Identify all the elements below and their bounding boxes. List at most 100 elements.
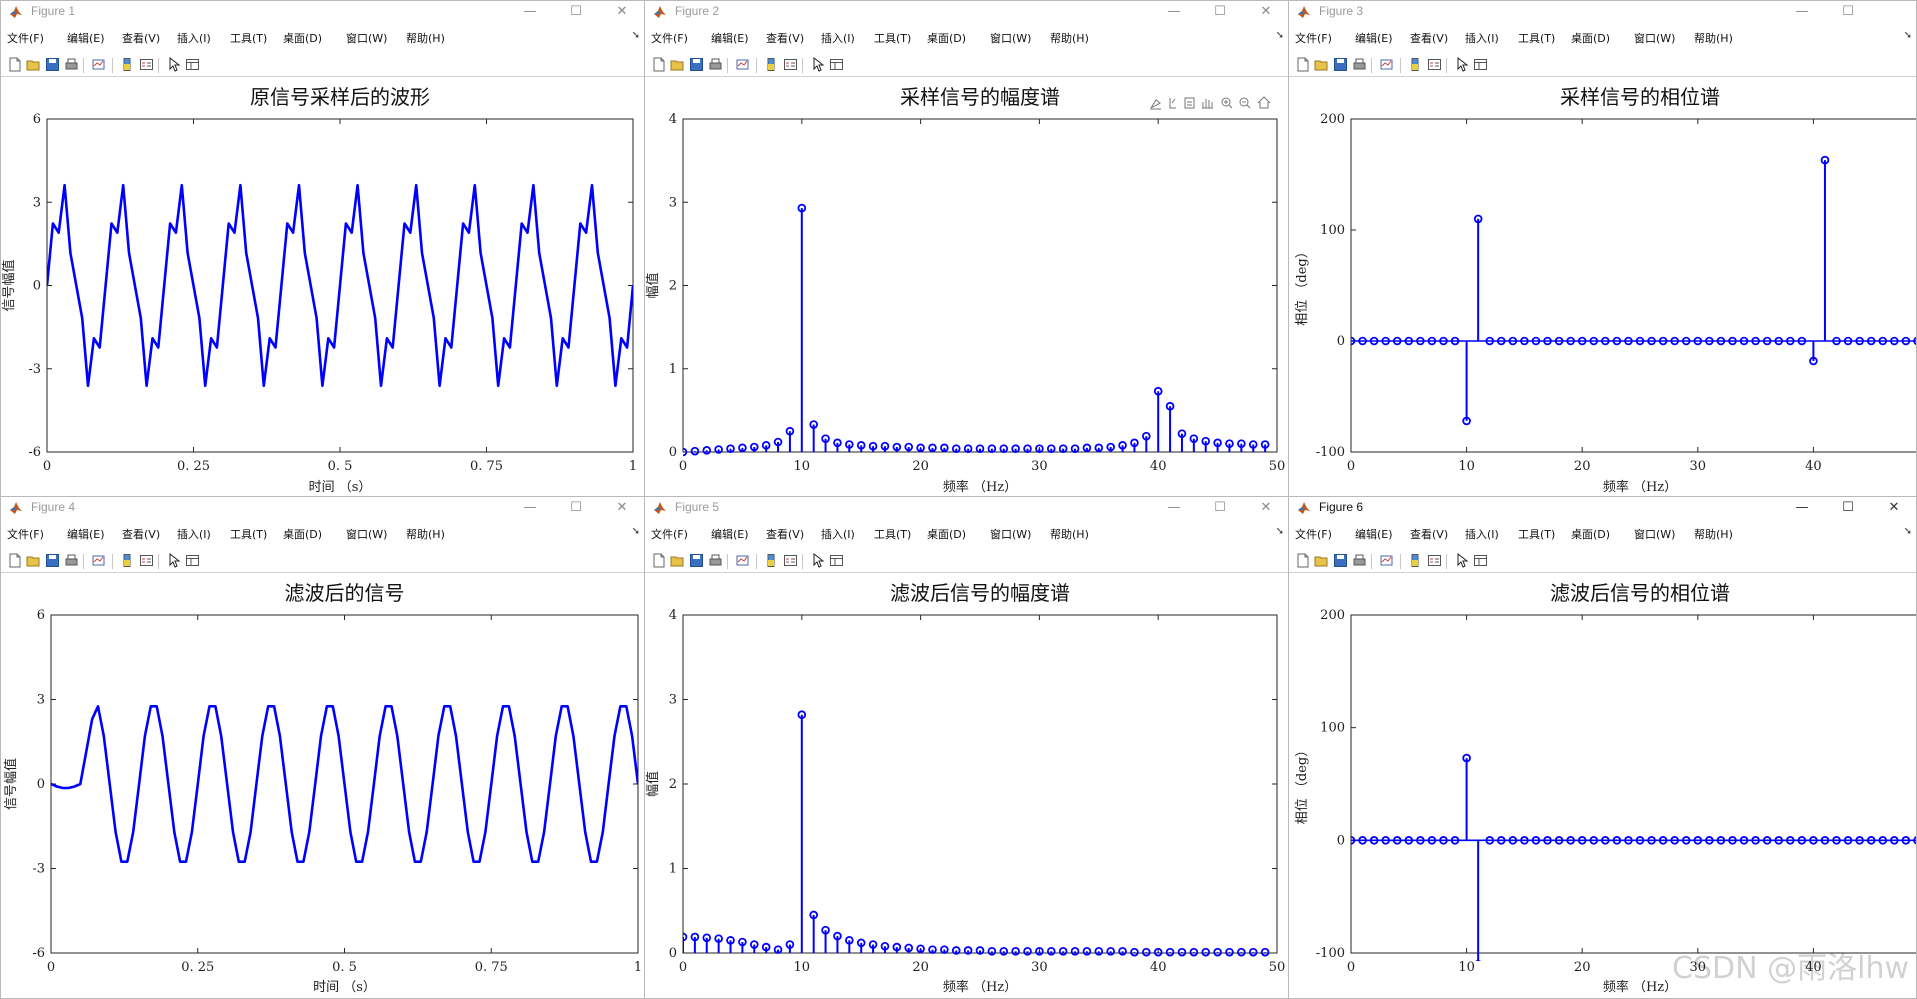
data-tips-icon[interactable] xyxy=(1169,98,1176,109)
menu-item-1[interactable]: 编辑(E) xyxy=(67,30,105,46)
open-file-icon[interactable] xyxy=(1314,57,1329,72)
home-icon[interactable] xyxy=(1257,96,1271,109)
menu-item-2[interactable]: 查看(V) xyxy=(1410,30,1448,46)
menu-item-5[interactable]: 桌面(D) xyxy=(927,30,966,46)
menu-item-3[interactable]: 插入(I) xyxy=(177,30,211,46)
menu-item-0[interactable]: 文件(F) xyxy=(1295,526,1332,542)
new-figure-icon[interactable] xyxy=(651,553,666,568)
dock-arrow-icon[interactable]: ➘ xyxy=(1904,526,1912,537)
menu-item-6[interactable]: 窗口(W) xyxy=(346,30,387,46)
menu-item-2[interactable]: 查看(V) xyxy=(766,30,804,46)
colorbar-icon[interactable] xyxy=(1408,553,1423,568)
title-bar[interactable]: Figure 2 — ☐ ✕ xyxy=(645,1,1288,23)
new-figure-icon[interactable] xyxy=(1295,57,1310,72)
menu-item-5[interactable]: 桌面(D) xyxy=(1571,526,1610,542)
maximize-button[interactable]: ☐ xyxy=(1198,1,1242,23)
menu-item-3[interactable]: 插入(I) xyxy=(821,30,855,46)
menu-item-6[interactable]: 窗口(W) xyxy=(346,526,387,542)
dock-arrow-icon[interactable]: ➘ xyxy=(632,526,640,537)
menu-item-7[interactable]: 帮助(H) xyxy=(406,526,445,542)
maximize-button[interactable]: ☐ xyxy=(554,1,598,23)
menu-item-1[interactable]: 编辑(E) xyxy=(67,526,105,542)
link-plot-icon[interactable] xyxy=(735,553,750,568)
colorbar-icon[interactable] xyxy=(764,553,779,568)
menu-item-7[interactable]: 帮助(H) xyxy=(1694,526,1733,542)
link-plot-icon[interactable] xyxy=(1379,553,1394,568)
property-inspector-icon[interactable] xyxy=(185,553,200,568)
link-plot-icon[interactable] xyxy=(735,57,750,72)
menu-item-4[interactable]: 工具(T) xyxy=(1518,526,1555,542)
property-inspector-icon[interactable] xyxy=(829,553,844,568)
menu-item-0[interactable]: 文件(F) xyxy=(7,30,44,46)
new-figure-icon[interactable] xyxy=(7,553,22,568)
legend-icon[interactable] xyxy=(139,553,154,568)
maximize-button[interactable]: ☐ xyxy=(1826,497,1870,519)
open-file-icon[interactable] xyxy=(26,57,41,72)
minimize-button[interactable]: — xyxy=(1780,497,1824,519)
menu-item-3[interactable]: 插入(I) xyxy=(1465,526,1499,542)
menu-item-7[interactable]: 帮助(H) xyxy=(1694,30,1733,46)
menu-item-6[interactable]: 窗口(W) xyxy=(1634,30,1675,46)
close-button[interactable]: ✕ xyxy=(1872,497,1916,519)
menu-item-1[interactable]: 编辑(E) xyxy=(711,526,749,542)
menu-item-2[interactable]: 查看(V) xyxy=(122,526,160,542)
edit-plot-icon[interactable] xyxy=(166,57,181,72)
menu-item-2[interactable]: 查看(V) xyxy=(122,30,160,46)
new-figure-icon[interactable] xyxy=(1295,553,1310,568)
menu-item-1[interactable]: 编辑(E) xyxy=(1355,30,1393,46)
link-plot-icon[interactable] xyxy=(91,553,106,568)
minimize-button[interactable]: — xyxy=(1152,1,1196,23)
menu-item-4[interactable]: 工具(T) xyxy=(1518,30,1555,46)
legend-icon[interactable] xyxy=(1427,57,1442,72)
zoom-in-icon[interactable] xyxy=(1221,97,1233,109)
edit-plot-icon[interactable] xyxy=(1454,553,1469,568)
close-button[interactable]: ✕ xyxy=(1244,1,1288,23)
menu-item-1[interactable]: 编辑(E) xyxy=(1355,526,1393,542)
menu-item-0[interactable]: 文件(F) xyxy=(651,30,688,46)
axes-toolbar[interactable] xyxy=(1148,94,1278,112)
dock-arrow-icon[interactable]: ➘ xyxy=(1276,30,1284,41)
save-icon[interactable] xyxy=(1333,553,1348,568)
figure-window-3[interactable]: Figure 3 — ☐ 文件(F) 编辑(E) 查看(V) 插入(I) 工具(T) 桌面… xyxy=(1288,0,1917,497)
figure-window-1[interactable]: Figure 1 — ☐ ✕ 文件(F) 编辑(E) 查看(V) 插入(I) 工具(T)… xyxy=(0,0,645,497)
menu-item-6[interactable]: 窗口(W) xyxy=(990,30,1031,46)
print-icon[interactable] xyxy=(1352,57,1367,72)
maximize-button[interactable]: ☐ xyxy=(1198,497,1242,519)
edit-plot-icon[interactable] xyxy=(810,57,825,72)
save-icon[interactable] xyxy=(689,57,704,72)
menu-item-6[interactable]: 窗口(W) xyxy=(990,526,1031,542)
property-inspector-icon[interactable] xyxy=(1473,553,1488,568)
dock-arrow-icon[interactable]: ➘ xyxy=(632,30,640,41)
menu-item-4[interactable]: 工具(T) xyxy=(874,526,911,542)
menu-item-5[interactable]: 桌面(D) xyxy=(927,526,966,542)
figure-canvas[interactable]: 采样信号的幅度谱 0 10 20 30 40 50 0 1 2 3 4 频率 （Hz） 幅值 xyxy=(645,77,1289,497)
figure-window-4[interactable]: Figure 4 — ☐ ✕ 文件(F) 编辑(E) 查看(V) 插入(I) 工具(T)… xyxy=(0,496,645,999)
legend-icon[interactable] xyxy=(783,553,798,568)
menu-item-7[interactable]: 帮助(H) xyxy=(1050,30,1089,46)
open-file-icon[interactable] xyxy=(1314,553,1329,568)
new-figure-icon[interactable] xyxy=(651,57,666,72)
menu-item-3[interactable]: 插入(I) xyxy=(821,526,855,542)
new-figure-icon[interactable] xyxy=(7,57,22,72)
link-plot-icon[interactable] xyxy=(91,57,106,72)
figure-canvas[interactable]: 滤波后的信号 0 0. 25 0. 5 0. 75 1 -6 -3 0 3 6 时间 （s） 信号幅值 xyxy=(1,573,645,999)
menu-item-5[interactable]: 桌面(D) xyxy=(1571,30,1610,46)
edit-plot-icon[interactable] xyxy=(1454,57,1469,72)
minimize-button[interactable]: — xyxy=(1780,1,1824,23)
title-bar[interactable]: Figure 3 — ☐ xyxy=(1289,1,1916,23)
colorbar-icon[interactable] xyxy=(120,553,135,568)
menu-item-1[interactable]: 编辑(E) xyxy=(711,30,749,46)
close-button[interactable]: ✕ xyxy=(600,1,644,23)
minimize-button[interactable]: — xyxy=(1152,497,1196,519)
maximize-button[interactable]: ☐ xyxy=(554,497,598,519)
print-icon[interactable] xyxy=(708,57,723,72)
save-icon[interactable] xyxy=(45,553,60,568)
dock-arrow-icon[interactable]: ➘ xyxy=(1904,30,1912,41)
print-icon[interactable] xyxy=(1352,553,1367,568)
menu-item-4[interactable]: 工具(T) xyxy=(874,30,911,46)
save-icon[interactable] xyxy=(689,553,704,568)
save-icon[interactable] xyxy=(45,57,60,72)
figure-window-5[interactable]: Figure 5 — ☐ ✕ 文件(F) 编辑(E) 查看(V) 插入(I) 工具(T)… xyxy=(644,496,1289,999)
menu-item-3[interactable]: 插入(I) xyxy=(177,526,211,542)
menu-item-2[interactable]: 查看(V) xyxy=(1410,526,1448,542)
